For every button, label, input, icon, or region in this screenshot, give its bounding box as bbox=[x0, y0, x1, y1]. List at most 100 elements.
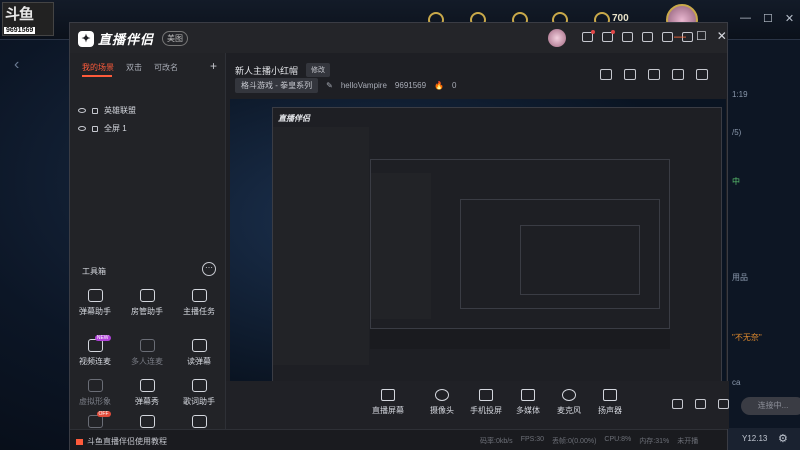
game-maximize-button[interactable]: ☐ bbox=[763, 12, 773, 25]
right-item-goods: 用品 bbox=[732, 273, 748, 282]
new-badge: NEW bbox=[94, 335, 111, 341]
back-arrow-icon[interactable]: ‹ bbox=[14, 56, 19, 74]
game-window-controls: — ☐ ✕ bbox=[740, 12, 794, 25]
eye-icon[interactable] bbox=[695, 399, 706, 409]
version-badge[interactable]: 美图 bbox=[162, 31, 189, 46]
camera-button[interactable]: 摄像头 bbox=[420, 389, 464, 416]
grid-icon[interactable] bbox=[662, 32, 673, 42]
category-selector[interactable]: 格斗游戏 - 拳皇系列 bbox=[235, 78, 319, 93]
microphone-button[interactable]: 麦克风 bbox=[547, 389, 591, 416]
eye-icon[interactable] bbox=[78, 108, 86, 113]
scene-item[interactable]: 全屏 1 bbox=[78, 123, 127, 134]
app-window: ✦ 直播伴侣 美图 — ☐ ✕ 我的场景 双击 可改名 + 英雄联盟 全屏 1 … bbox=[69, 22, 800, 450]
box-icon[interactable] bbox=[642, 32, 653, 42]
tab-rename[interactable]: 可改名 bbox=[154, 62, 178, 73]
tool-multi-link[interactable]: 多人连麦 bbox=[122, 339, 172, 367]
scene-item[interactable]: 英雄联盟 bbox=[78, 105, 136, 116]
phone-cast-button[interactable]: 手机投屏 bbox=[464, 389, 508, 416]
tool-danmu-assistant[interactable]: 弹幕助手 bbox=[70, 289, 120, 317]
tool-lyrics[interactable]: 歌词助手 bbox=[174, 379, 224, 407]
dropped-frames: 丢帧:0(0.00%) bbox=[552, 438, 597, 445]
tab-my-scenes[interactable]: 我的场景 bbox=[82, 62, 114, 73]
edit-title-button[interactable]: 修改 bbox=[306, 63, 331, 77]
notice-icon[interactable] bbox=[602, 30, 615, 42]
maximize-button[interactable]: ☐ bbox=[696, 29, 707, 43]
stream-preview[interactable]: 直播伴侣 bbox=[230, 99, 726, 399]
bitrate: 码率:0kb/s bbox=[480, 438, 513, 445]
scene-panel: 我的场景 双击 可改名 + 英雄联盟 全屏 1 工具箱 ⋯ 弹幕助手 房管助手 … bbox=[70, 53, 226, 429]
preview-nested-bottombar bbox=[370, 329, 670, 349]
streamer-name: helloVampire bbox=[340, 81, 387, 90]
unlock-icon[interactable] bbox=[624, 69, 636, 80]
app-brand: ✦ 直播伴侣 美图 bbox=[78, 29, 189, 48]
user-avatar[interactable] bbox=[548, 29, 566, 47]
preview-toolbar bbox=[600, 69, 708, 80]
room-id: 9691569 bbox=[394, 81, 427, 90]
start-live-button[interactable]: 连接中... bbox=[741, 397, 800, 415]
tool-read-danmu[interactable]: 读弹幕 bbox=[174, 339, 224, 367]
game-close-button[interactable]: ✕ bbox=[785, 12, 794, 25]
music-icon bbox=[191, 379, 207, 392]
toolbar-label: 多媒体 bbox=[516, 406, 540, 415]
record-icon[interactable] bbox=[672, 399, 683, 409]
game-right-panel: 1:19 /5) 中 用品 "不无奈" ca bbox=[728, 40, 800, 450]
more-tools-button[interactable]: ⋯ bbox=[202, 262, 216, 276]
lock-icon[interactable] bbox=[92, 107, 98, 114]
share-icon[interactable] bbox=[696, 69, 708, 80]
right-item-quote: "不无奈" bbox=[732, 333, 762, 342]
close-button[interactable]: ✕ bbox=[717, 29, 727, 43]
tool-label: 弹幕助手 bbox=[79, 307, 111, 316]
tool-label: 虚拟形象 bbox=[79, 397, 111, 406]
screen-icon bbox=[381, 389, 395, 401]
gear-icon[interactable]: ⚙ bbox=[778, 432, 788, 445]
media-button[interactable]: 多媒体 bbox=[506, 389, 550, 416]
bell-icon[interactable] bbox=[672, 69, 684, 80]
user-icon bbox=[139, 289, 155, 302]
lock-icon[interactable] bbox=[92, 125, 98, 132]
layout-icon[interactable] bbox=[600, 69, 612, 80]
video-call-icon: NEW bbox=[87, 335, 111, 352]
tab-double-click[interactable]: 双击 bbox=[126, 62, 142, 73]
add-scene-button[interactable]: + bbox=[210, 59, 217, 73]
shirt-icon[interactable] bbox=[622, 32, 633, 42]
off-badge: OFF bbox=[96, 411, 111, 417]
bottom-right-icons bbox=[672, 399, 729, 409]
douyu-logo: 斗鱼 9691569 bbox=[2, 2, 54, 36]
download-icon bbox=[139, 415, 155, 428]
speaker-button[interactable]: 扬声器 bbox=[588, 389, 632, 416]
tool-virtual-avatar[interactable]: 虚拟形象 bbox=[70, 379, 120, 407]
fps: FPS:30 bbox=[520, 436, 545, 443]
heat-icon: 🔥 bbox=[434, 81, 445, 90]
preview-nested-window-4 bbox=[520, 225, 640, 295]
tool-label: 主播任务 bbox=[183, 307, 215, 316]
right-item-time: 1:19 bbox=[732, 90, 748, 99]
tutorial-link[interactable]: 斗鱼直播伴侣使用教程 bbox=[76, 436, 167, 447]
tool-video-link[interactable]: NEW 视频连麦 bbox=[70, 335, 120, 367]
tool-host-tasks[interactable]: 主播任务 bbox=[174, 289, 224, 317]
memory-usage: 内存:31% bbox=[639, 438, 670, 445]
stream-title-row: 新人主播小红帽 修改 bbox=[235, 63, 331, 77]
game-minimize-button[interactable]: — bbox=[740, 12, 751, 25]
toolbar-label: 直播屏幕 bbox=[372, 406, 404, 415]
message-icon[interactable] bbox=[582, 30, 595, 42]
edit-icon[interactable]: ✎ bbox=[326, 81, 333, 90]
read-icon bbox=[191, 339, 207, 352]
tool-room-admin[interactable]: 房管助手 bbox=[122, 289, 172, 317]
gift-icon: OFF bbox=[87, 411, 111, 428]
phone-icon bbox=[479, 389, 493, 401]
minimize-button[interactable]: — bbox=[674, 29, 686, 43]
preview-nested-brand: 直播伴侣 bbox=[278, 114, 310, 123]
settings-icon[interactable] bbox=[718, 399, 729, 409]
toolbar-label: 麦克风 bbox=[557, 406, 581, 415]
stream-stats: 码率:0kb/s FPS:30 丢帧:0(0.00%) CPU:8% 内存:31… bbox=[480, 436, 698, 446]
download-icon bbox=[139, 339, 155, 352]
screen-capture-button[interactable]: 直播屏幕 bbox=[366, 389, 410, 416]
window-controls: — ☐ ✕ bbox=[674, 29, 727, 43]
camera-icon bbox=[435, 389, 449, 401]
store-icon[interactable] bbox=[648, 69, 660, 80]
tool-danmu-show[interactable]: 弹幕秀 bbox=[122, 379, 172, 407]
avatar-icon bbox=[87, 379, 103, 392]
game-right-bottom-bar: Y12.13 ⚙ bbox=[728, 428, 800, 450]
right-item-ca: ca bbox=[732, 378, 741, 387]
eye-icon[interactable] bbox=[78, 126, 86, 131]
